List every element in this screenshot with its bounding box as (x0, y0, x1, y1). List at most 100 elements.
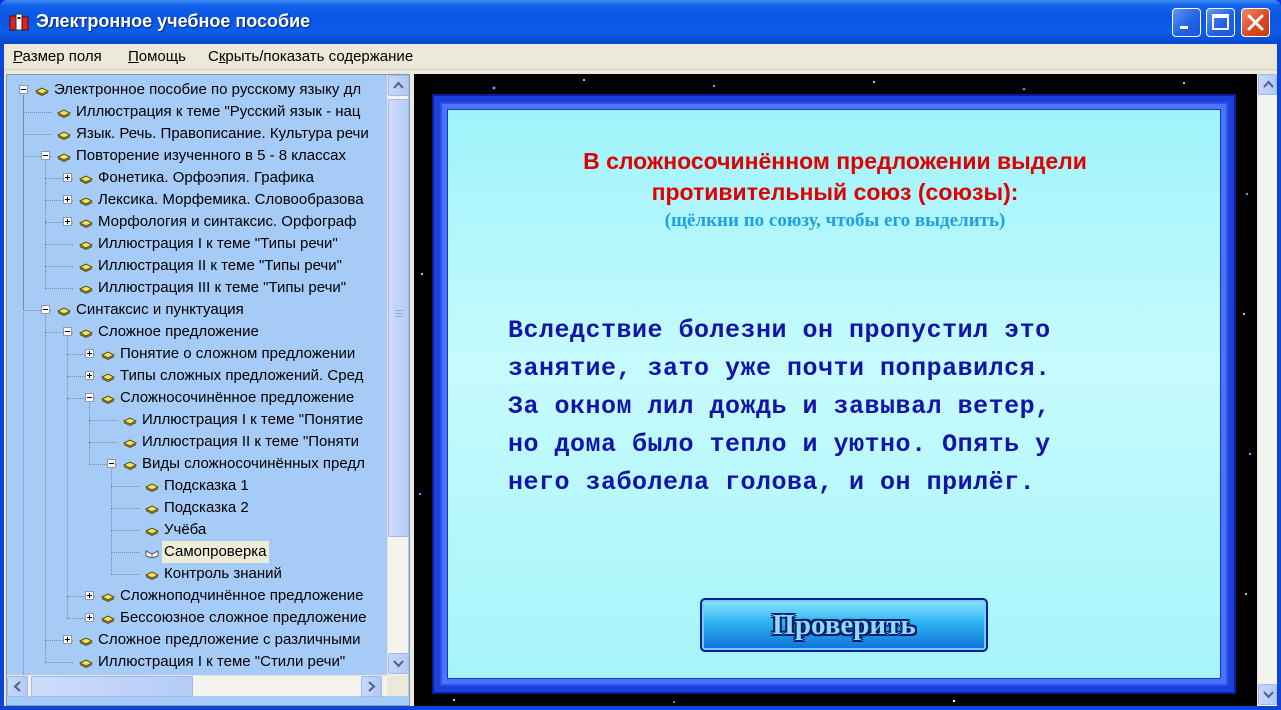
title-bar[interactable]: Электронное учебное пособие (0, 0, 1281, 44)
check-button[interactable]: Проверить (700, 598, 988, 652)
scrollbar-corner (387, 675, 408, 696)
expand-icon[interactable] (63, 635, 72, 644)
expand-icon[interactable] (63, 217, 72, 226)
menu-field-size[interactable]: Размер поля (13, 48, 102, 65)
scroll-up-button[interactable] (388, 75, 409, 96)
exercise-frame-inner: В сложносочинённом предложении выдели пр… (440, 102, 1228, 686)
book-icon (78, 215, 94, 229)
tree-item-label: Иллюстрация I к теме "Понятие (142, 411, 364, 428)
expand-icon[interactable] (85, 613, 94, 622)
tree-item[interactable]: Понятие о сложном предложении (7, 343, 387, 365)
chevron-right-icon (368, 681, 376, 692)
scroll-left-button[interactable] (7, 676, 28, 697)
tree-item[interactable]: Иллюстрация к теме "Русский язык - нац (7, 101, 387, 123)
collapse-icon[interactable] (41, 305, 50, 314)
tree-item[interactable]: Виды сложносочинённых предл (7, 453, 387, 475)
tree-item-label: Лексика. Морфемика. Словообразова (98, 191, 364, 208)
maximize-icon (1212, 14, 1229, 30)
tree-item[interactable]: Самопроверка (7, 541, 387, 563)
content-vertical-scrollbar[interactable] (1257, 74, 1277, 706)
tree-item-label: Иллюстрация I к теме "Типы речи" (98, 235, 338, 252)
tree-item[interactable]: Бессоюзное сложное предложение (7, 607, 387, 629)
maximize-button[interactable] (1206, 8, 1235, 37)
app-icon (9, 13, 29, 31)
content-scroll-down-button[interactable] (1258, 684, 1277, 705)
book-icon (122, 435, 138, 449)
tree-item-label: Иллюстрация III к теме "Типы речи" (98, 279, 347, 296)
collapse-icon[interactable] (41, 151, 50, 160)
tree-item-label: Иллюстрация к теме "Русский язык - нац (76, 103, 361, 120)
tree-item[interactable]: Иллюстрация I к теме "Типы речи" (7, 233, 387, 255)
tree-vertical-scrollbar[interactable] (387, 75, 409, 675)
tree-item[interactable]: Типы сложных предложений. Сред (7, 365, 387, 387)
collapse-icon[interactable] (107, 459, 116, 468)
tree-item[interactable]: Иллюстрация III к теме "Типы речи" (7, 277, 387, 299)
expand-icon[interactable] (63, 195, 72, 204)
tree-item[interactable]: Иллюстрация I к теме "Понятие (7, 409, 387, 431)
menu-toggle-contents[interactable]: Скрыть/показать содержание (208, 48, 413, 65)
book-icon (34, 83, 50, 97)
content-scroll-up-button[interactable] (1258, 74, 1277, 95)
tree-item[interactable]: Фонетика. Орфоэпия. Графика (7, 167, 387, 189)
passage-line[interactable]: За окном лил дождь и завывал ветер, (508, 388, 1198, 426)
tree-scroll-thumb[interactable] (388, 99, 409, 537)
tree-horizontal-scrollbar[interactable] (7, 675, 387, 697)
check-button-label: Проверить (772, 609, 916, 641)
tree-hscroll-thumb[interactable] (31, 676, 193, 697)
book-icon (56, 127, 72, 141)
chevron-down-icon (393, 660, 404, 668)
expand-icon[interactable] (63, 173, 72, 182)
tree-item[interactable]: Сложное предложение с различными (7, 629, 387, 651)
expand-icon[interactable] (85, 591, 94, 600)
book-icon (122, 413, 138, 427)
tree-item[interactable]: Электронное пособие по русскому языку дл (7, 79, 387, 101)
tree-item-label: Подсказка 1 (164, 477, 249, 494)
expand-icon[interactable] (85, 371, 94, 380)
book-icon (100, 589, 116, 603)
expand-icon[interactable] (85, 349, 94, 358)
tree-item[interactable]: Синтаксис и пунктуация (7, 299, 387, 321)
minimize-icon (1180, 26, 1188, 29)
tree-item[interactable]: Сложносочинённое предложение (7, 387, 387, 409)
passage-line[interactable]: Вследствие болезни он пропустил это (508, 312, 1198, 350)
tree-item[interactable]: Повторение изученного в 5 - 8 классах (7, 145, 387, 167)
tree-item[interactable]: Язык. Речь. Правописание. Культура речи (7, 123, 387, 145)
client-area: Размер поля Помощь Скрыть/показать содер… (4, 44, 1277, 706)
tree-item[interactable]: Иллюстрация II к теме "Поняти (7, 431, 387, 453)
passage-line[interactable]: него заболела голова, и он прилёг. (508, 464, 1198, 502)
book-icon (78, 237, 94, 251)
collapse-icon[interactable] (85, 393, 94, 402)
tree-item-label: Синтаксис и пунктуация (76, 301, 244, 318)
tree-item[interactable]: Иллюстрация II к теме "Типы речи" (7, 255, 387, 277)
tree-item[interactable]: Лексика. Морфемика. Словообразова (7, 189, 387, 211)
tree-item[interactable]: Иллюстрация I к теме "Стили речи" (7, 651, 387, 673)
tree-item-label: Бессоюзное сложное предложение (120, 609, 367, 626)
tree-item[interactable]: Подсказка 2 (7, 497, 387, 519)
tree-item[interactable]: Контроль знаний (7, 563, 387, 585)
content-pane: В сложносочинённом предложении выдели пр… (414, 74, 1277, 706)
tree-item[interactable]: Сложноподчинённое предложение (7, 585, 387, 607)
collapse-icon[interactable] (19, 85, 28, 94)
menu-help[interactable]: Помощь (128, 48, 186, 65)
close-icon (1247, 14, 1264, 31)
tree-item-label: Сложносочинённое предложение (120, 389, 355, 406)
scroll-down-button[interactable] (388, 653, 409, 674)
book-icon (144, 479, 160, 493)
contents-tree[interactable]: Электронное пособие по русскому языку дл… (6, 74, 410, 706)
tree-item[interactable]: Сложное предложение (7, 321, 387, 343)
scroll-right-button[interactable] (361, 676, 382, 697)
tree-item-label: Учёба (164, 521, 207, 538)
tree-item[interactable]: Подсказка 1 (7, 475, 387, 497)
close-button[interactable] (1241, 8, 1270, 37)
passage-line[interactable]: но дома было тепло и уютно. Опять у (508, 426, 1198, 464)
book-icon (56, 149, 72, 163)
tree-item[interactable]: Учёба (7, 519, 387, 541)
tree-item-label: Морфология и синтаксис. Орфограф (98, 213, 357, 230)
passage-line[interactable]: занятие, зато уже почти поправился. (508, 350, 1198, 388)
book-icon (78, 655, 94, 669)
exercise-heading: В сложносочинённом предложении выдели пр… (448, 146, 1222, 208)
minimize-button[interactable] (1172, 8, 1201, 37)
tree-item[interactable]: Морфология и синтаксис. Орфограф (7, 211, 387, 233)
exercise-passage[interactable]: Вследствие болезни он пропустил это заня… (508, 312, 1198, 502)
collapse-icon[interactable] (63, 327, 72, 336)
